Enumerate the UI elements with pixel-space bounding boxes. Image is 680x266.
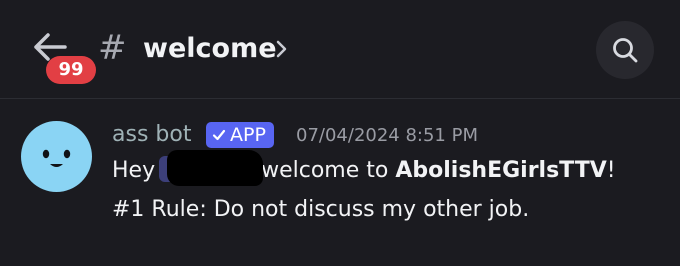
checkmark-icon [212, 129, 226, 141]
greeting-text: Hey [112, 158, 156, 183]
channel-title[interactable]: welcome [143, 29, 277, 69]
channel-hash-icon: # [98, 28, 127, 68]
avatar[interactable] [21, 121, 92, 192]
header-divider [0, 98, 680, 99]
search-icon [613, 38, 638, 63]
welcome-text: welcome to [261, 158, 396, 183]
exclamation-text: ! [606, 158, 616, 183]
user-mention[interactable] [159, 150, 264, 186]
message-line-1: Hey welcome to AbolishEGirlsTTV! [112, 150, 616, 186]
chevron-right-icon[interactable] [275, 40, 287, 58]
redaction-mark [167, 150, 264, 186]
message-author[interactable]: ass bot [112, 120, 191, 150]
unread-badge: 99 [46, 56, 96, 84]
message-timestamp: 07/04/2024 8:51 PM [296, 125, 478, 146]
app-tag-label: APP [230, 124, 266, 146]
channel-header: 99 # welcome [0, 0, 680, 98]
search-button[interactable] [596, 21, 654, 79]
app-tag: APP [206, 122, 274, 148]
discord-channel-view: 99 # welcome ass bot APP 07/04/2024 8:51… [0, 0, 680, 266]
message-line-2: #1 Rule: Do not discuss my other job. [112, 197, 530, 222]
server-name: AbolishEGirlsTTV [395, 158, 607, 183]
bot-face-icon [42, 149, 71, 167]
